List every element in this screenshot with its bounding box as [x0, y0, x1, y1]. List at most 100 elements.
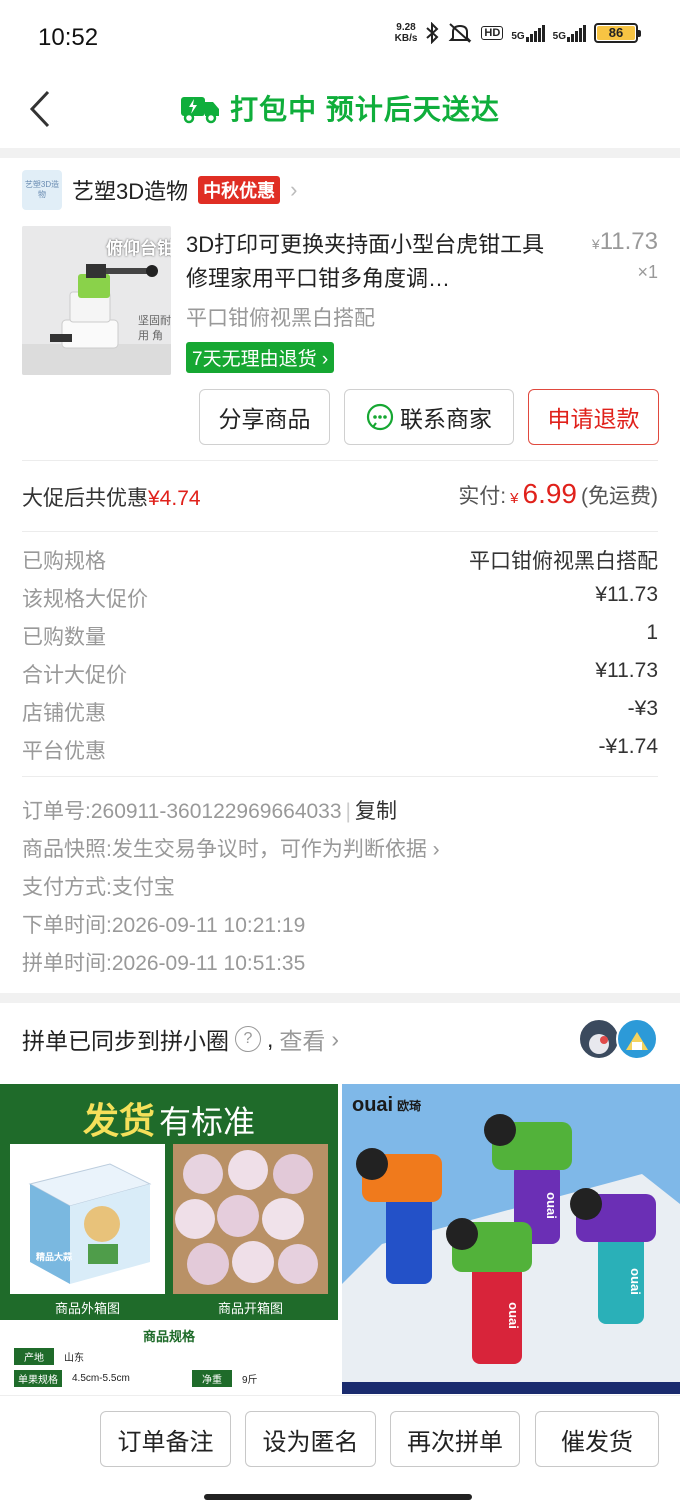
battery-icon: 86 [594, 23, 641, 43]
rec-weight: 9斤 [242, 1375, 258, 1386]
home-indicator[interactable] [204, 1494, 472, 1500]
avatar [616, 1018, 658, 1060]
paid-currency: ¥ [510, 490, 519, 507]
recommendation-card-garlic[interactable]: 发货 有标准 精品大蒜 商品外箱图 商品开箱图 商品规格 产地 山东 单果规格 4… [0, 1084, 338, 1394]
separator: | [345, 800, 352, 823]
bluetooth-icon [426, 22, 439, 44]
detail-row: 已购规格 平口钳俯视黑白搭配 [22, 545, 658, 575]
product-image-side-caption: 坚固耐用 角度可调 [138, 315, 171, 342]
snapshot-label: 商品快照: [22, 838, 112, 861]
product-image[interactable]: 俯仰台钳 坚固耐用 角度可调 [22, 226, 171, 375]
detail-value: -¥3 [627, 697, 658, 720]
chevron-right-icon: › [426, 838, 440, 861]
payment-summary: 大促后共优惠¥4.74 实付: ¥ 6.99 (免运费) [22, 478, 658, 514]
rec-open-image [173, 1144, 328, 1294]
rec-size: 4.5cm-5.5cm [72, 1373, 130, 1384]
order-note-button[interactable]: 订单备注 [100, 1411, 231, 1467]
regroup-button[interactable]: 再次拼单 [390, 1411, 520, 1467]
rec-size-row: 单果规格 4.5cm-5.5cm [14, 1370, 130, 1387]
urge-shipping-button[interactable]: 催发货 [535, 1411, 659, 1467]
discount-summary: 大促后共优惠¥4.74 [22, 482, 201, 512]
product-price-currency: ¥ [591, 236, 600, 252]
rec-size-label: 单果规格 [14, 1370, 62, 1387]
recommendation-card-lighter[interactable]: ouai 欧琦 ouai ouai ouai [342, 1084, 680, 1394]
rec-headline-bold: 发货 [82, 1100, 155, 1141]
discount-value: ¥4.74 [148, 487, 201, 510]
share-product-button[interactable]: 分享商品 [199, 389, 330, 445]
rec-origin: 山东 [64, 1353, 84, 1364]
snapshot-text: 发生交易争议时，可作为判断依据 [111, 838, 427, 861]
rec-lighter-print-3: ouai [627, 1268, 643, 1295]
status-icons: 9.28 KB/s HD 5G 5G 86 [394, 22, 641, 44]
rec-origin-row: 产地 山东 [14, 1348, 84, 1365]
rec-origin-label: 产地 [14, 1348, 54, 1365]
rec-weight-row: 净重 9斤 [192, 1370, 258, 1387]
product-spec: 平口钳俯视黑白搭配 [186, 307, 375, 330]
detail-value: ¥11.73 [595, 659, 658, 682]
group-avatars[interactable] [578, 1018, 660, 1060]
paid-label: 实付: [458, 485, 507, 508]
group-time-row: 拼单时间:2026-09-11 10:51:35 [22, 947, 305, 977]
help-icon[interactable]: ? [235, 1026, 261, 1052]
bottom-action-bar: 订单备注 设为匿名 再次拼单 催发货 [0, 1395, 680, 1511]
battery-level: 86 [597, 26, 635, 40]
detail-label: 该规格大促价 [22, 588, 148, 611]
product-price: ¥11.73 [592, 228, 658, 256]
detail-value: 平口钳俯视黑白搭配 [469, 550, 658, 573]
section-gap [0, 993, 680, 1003]
return-policy-tag[interactable]: 7天无理由退货 › [186, 342, 335, 373]
delivery-status-text: 打包中 预计后天送达 [230, 94, 500, 125]
return-policy-text: 7天无理由退货 [192, 349, 317, 370]
chevron-right-icon: › [331, 1025, 340, 1052]
order-time-row: 下单时间:2026-09-11 10:21:19 [22, 909, 305, 939]
refund-button[interactable]: 申请退款 [528, 389, 659, 445]
sync-text: 拼单已同步到拼小圈 [22, 1028, 229, 1054]
detail-value: -¥1.74 [598, 735, 658, 758]
rec-box-print: 精品大蒜 [36, 1252, 73, 1262]
truck-icon [181, 97, 220, 124]
rec-headline-rest: 有标准 [159, 1104, 256, 1140]
rec-lighter-print-2: ouai [505, 1302, 521, 1329]
sim1-label: 5G [511, 30, 525, 42]
contact-seller-button[interactable]: 联系商家 [344, 389, 514, 445]
contact-seller-label: 联系商家 [400, 406, 492, 432]
rec-lighter-image [342, 1114, 680, 1394]
detail-label: 已购规格 [22, 550, 106, 573]
product-title[interactable]: 3D打印可更换夹持面小型台虎钳工具修理家用平口钳多角度调… [186, 228, 566, 296]
detail-row: 合计大促价 ¥11.73 [22, 659, 658, 689]
order-number-label: 订单号: [22, 800, 91, 823]
set-anonymous-button[interactable]: 设为匿名 [245, 1411, 376, 1467]
detail-value: ¥11.73 [595, 583, 658, 606]
urge-shipping-label: 催发货 [561, 1428, 633, 1456]
payment-method-label: 支付方式: [22, 876, 112, 899]
snapshot-row[interactable]: 商品快照:发生交易争议时，可作为判断依据 › [22, 833, 440, 863]
copy-order-number-button[interactable]: 复制 [355, 800, 397, 823]
rec-weight-label: 净重 [192, 1370, 232, 1387]
avatar [578, 1018, 620, 1060]
regroup-label: 再次拼单 [407, 1428, 503, 1456]
paid-value: 6.99 [522, 478, 578, 509]
product-price-value: 11.73 [599, 228, 658, 255]
status-time: 10:52 [38, 24, 99, 51]
detail-row: 店铺优惠 -¥3 [22, 697, 658, 727]
paid-amount: 实付: ¥ 6.99 (免运费) [458, 478, 658, 510]
view-link[interactable]: 查看 [279, 1022, 325, 1056]
promo-badge: 中秋优惠 [198, 176, 281, 204]
rec-open-caption: 商品开箱图 [217, 1301, 283, 1316]
order-time-label: 下单时间: [22, 914, 112, 937]
detail-label: 已购数量 [22, 626, 106, 649]
sync-circle-row[interactable]: 拼单已同步到拼小圈 ? , 查看 › [22, 1022, 339, 1056]
page-header: 打包中 预计后天送达 [0, 80, 680, 148]
network-speed-unit: KB/s [394, 33, 418, 44]
rec-lighter-print-1: ouai [543, 1192, 559, 1219]
detail-row: 该规格大促价 ¥11.73 [22, 583, 658, 613]
rec-spec-panel: 商品规格 产地 山东 单果规格 4.5cm-5.5cm 净重 9斤 [0, 1320, 338, 1394]
section-gap [0, 148, 680, 158]
shop-row[interactable]: 艺塑3D造物 艺塑3D造物 中秋优惠 › [22, 170, 297, 210]
signal-sim1-icon: 5G [511, 24, 545, 42]
status-bar: 10:52 9.28 KB/s HD 5G 5G 86 [0, 0, 680, 80]
discount-label: 大促后共优惠 [22, 487, 148, 510]
product-image-caption: 俯仰台钳 [106, 239, 171, 258]
rec-headline: 发货 有标准 [0, 1084, 338, 1146]
shipping-note: (免运费) [581, 485, 658, 508]
